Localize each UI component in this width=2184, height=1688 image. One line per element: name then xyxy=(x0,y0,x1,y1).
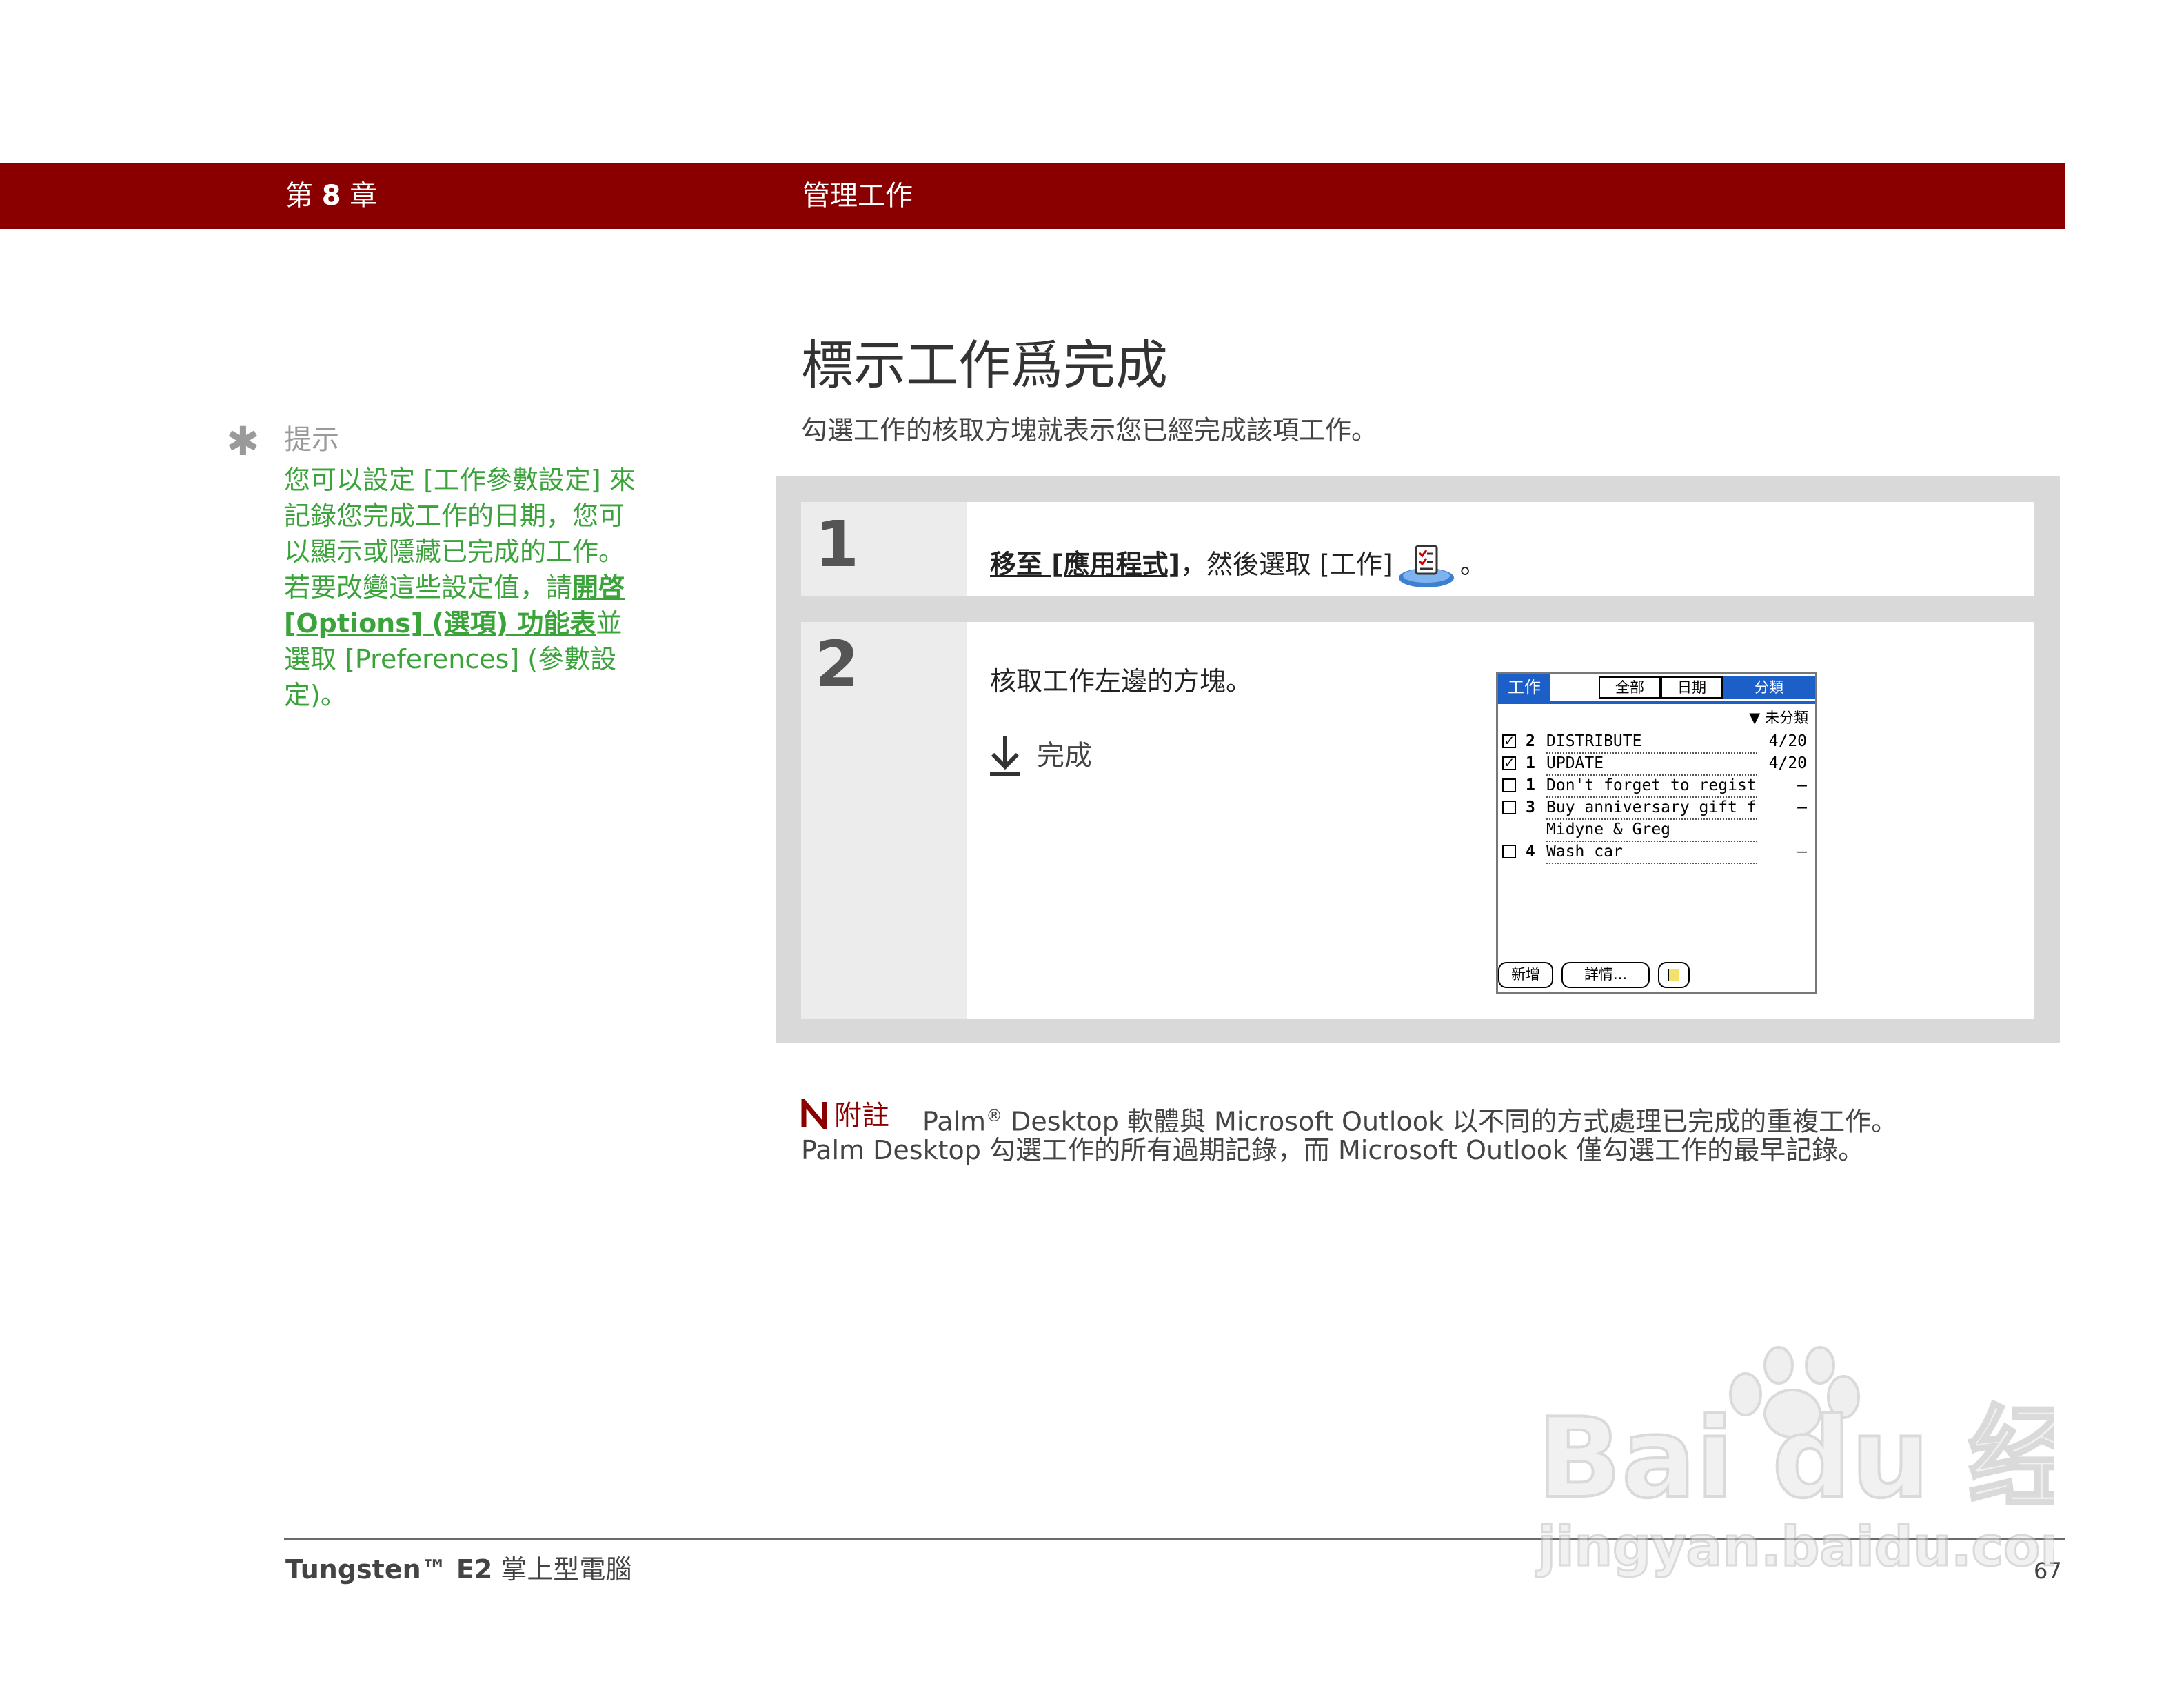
task-checkbox[interactable] xyxy=(1502,778,1516,792)
watermark-url-text: jingyan.baidu.com xyxy=(1535,1516,2054,1578)
palm-app-title: 工作 xyxy=(1498,674,1550,701)
go-to-applications-link[interactable]: 移至 [應用程式] xyxy=(990,550,1180,580)
palm-new-button[interactable]: 新增 xyxy=(1498,962,1553,988)
palm-tab-all[interactable]: 全部 xyxy=(1599,676,1661,699)
palm-header-line xyxy=(1498,701,1815,704)
task-description[interactable]: Buy anniversary gift for xyxy=(1546,796,1757,820)
page-intro: 勾選工作的核取方塊就表示您已經完成該項工作。 xyxy=(801,415,1378,445)
chapter-title: 管理工作 xyxy=(802,180,913,212)
palm-note-button[interactable] xyxy=(1658,962,1690,988)
step-2-text: 核取工作左邊的方塊。 xyxy=(990,666,1253,696)
palm-tasks-screenshot: 工作 全部 日期 分類 ▼ 未分類 ✓ 2 DISTRIBUTE 4/20 ✓ … xyxy=(1496,672,1817,994)
task-description[interactable]: DISTRIBUTE xyxy=(1546,730,1757,754)
task-due-date: – xyxy=(1797,776,1807,794)
baidu-jingyan-watermark-logo: Bai du 经验 jingyan.baidu.com xyxy=(1535,1346,2054,1579)
task-description[interactable]: UPDATE xyxy=(1546,752,1757,776)
task-due-date: 4/20 xyxy=(1768,732,1807,750)
task-priority: 4 xyxy=(1526,843,1535,861)
task-priority: 3 xyxy=(1526,798,1535,816)
asterisk-icon: ✱ xyxy=(226,418,260,465)
down-arrow-done-icon xyxy=(990,736,1020,776)
watermark-brand-text: Bai du 经验 xyxy=(1537,1394,2054,1523)
footer-product-name: Tungsten™ E2 掌上型電腦 xyxy=(285,1554,632,1585)
page-title: 標示工作爲完成 xyxy=(801,334,1168,396)
palm-task-row: ✓ 1 UPDATE 4/20 xyxy=(1498,752,1815,776)
tip-body: 您可以設定 [工作參數設定] 來記錄您完成工作的日期，您可以顯示或隱藏已完成的工… xyxy=(284,465,636,710)
step-1-text: 移至 [應用程式]，然後選取 [工作] 。 xyxy=(990,542,1486,590)
task-due-date: 4/20 xyxy=(1768,754,1807,772)
palm-task-row: Midyne & Greg xyxy=(1498,818,1815,842)
done-label: 完成 xyxy=(1037,740,1092,772)
palm-task-row: 4 Wash car – xyxy=(1498,841,1815,864)
palm-tab-date[interactable]: 日期 xyxy=(1661,676,1723,699)
task-description-continued[interactable]: Midyne & Greg xyxy=(1546,818,1757,842)
task-description[interactable]: Wash car xyxy=(1546,841,1757,864)
note-icon xyxy=(1668,969,1679,981)
palm-task-row: 3 Buy anniversary gift for – xyxy=(1498,796,1815,820)
note-text-line-2: Palm Desktop 勾選工作的所有過期記錄，而 Microsoft Out… xyxy=(801,1135,1865,1165)
palm-task-row: ✓ 2 DISTRIBUTE 4/20 xyxy=(1498,730,1815,754)
task-priority: 2 xyxy=(1526,732,1535,750)
palm-category-dropdown[interactable]: ▼ 未分類 xyxy=(1749,708,1808,727)
task-priority: 1 xyxy=(1526,754,1535,772)
task-checkbox[interactable] xyxy=(1502,801,1516,814)
step-number: 1 xyxy=(815,508,860,581)
step-number: 2 xyxy=(815,627,860,701)
tip-heading: 提示 xyxy=(284,424,339,456)
palm-tab-category[interactable]: 分類 xyxy=(1723,676,1815,699)
chapter-label: 第 8 章 xyxy=(285,180,378,212)
task-checkbox[interactable]: ✓ xyxy=(1502,756,1516,771)
task-due-date: – xyxy=(1797,798,1807,816)
task-due-date: – xyxy=(1797,843,1807,861)
task-priority: 1 xyxy=(1526,776,1535,794)
palm-task-row: 1 Don't forget to register! – xyxy=(1498,774,1815,798)
task-checkbox[interactable]: ✓ xyxy=(1502,734,1516,749)
tasks-app-icon xyxy=(1398,545,1454,587)
note-icon xyxy=(801,1099,827,1129)
task-description[interactable]: Don't forget to register! xyxy=(1546,774,1757,798)
note-label: 附註 xyxy=(834,1100,889,1132)
palm-details-button[interactable]: 詳情... xyxy=(1561,962,1650,988)
task-checkbox[interactable] xyxy=(1502,845,1516,858)
